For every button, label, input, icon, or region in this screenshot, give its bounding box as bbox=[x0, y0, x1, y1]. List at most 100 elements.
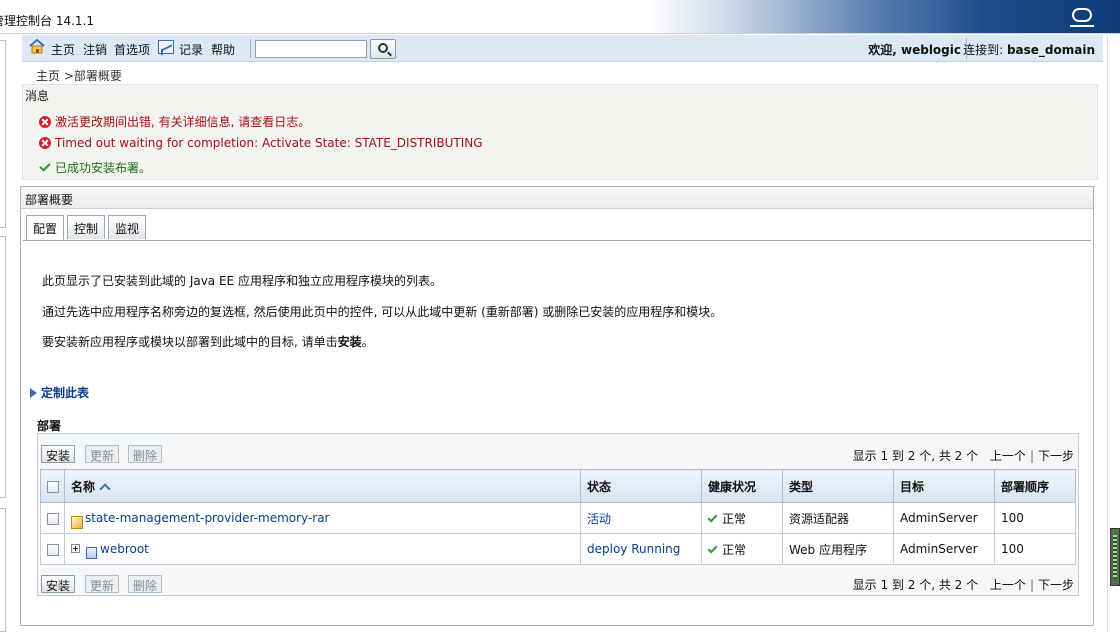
home-icon[interactable] bbox=[29, 39, 45, 54]
state-link[interactable]: deploy Running bbox=[587, 542, 680, 556]
deployment-summary-panel: 部署概要 配置 控制 监视 此页显示了已安装到此域的 Java EE 应用程序和… bbox=[20, 186, 1094, 626]
select-all-header bbox=[40, 469, 65, 503]
deployment-name-link[interactable]: state-management-provider-memory-rar bbox=[85, 511, 329, 525]
preferences-link[interactable]: 首选项 bbox=[114, 41, 150, 58]
state-cell: 活动 bbox=[580, 502, 702, 534]
error-message-text: 激活更改期间出错, 有关详细信息, 请查看日志。 bbox=[55, 115, 311, 129]
state-link[interactable]: 活动 bbox=[587, 512, 611, 526]
help-link[interactable]: 帮助 bbox=[211, 41, 235, 58]
delete-button-bottom[interactable]: 删除 bbox=[128, 575, 163, 593]
record-icon[interactable] bbox=[158, 40, 174, 54]
left-panel-stub-1 bbox=[0, 40, 6, 228]
order-column-header[interactable]: 部署顺序 bbox=[994, 469, 1076, 503]
connected-domain: 连接到: base_domain bbox=[963, 41, 1095, 58]
health-ok-icon bbox=[707, 543, 718, 553]
name-cell: webroot bbox=[64, 533, 581, 565]
paging-summary: 显示 1 到 2 个, 共 2 个 bbox=[852, 578, 979, 592]
deployments-table: 名称 状态 健康状况 类型 目标 部署顺序 state-management-p… bbox=[40, 469, 1076, 565]
app-title: 管理控制台 14.1.1 bbox=[0, 14, 94, 28]
name-column-header[interactable]: 名称 bbox=[64, 469, 581, 503]
name-cell: state-management-provider-memory-rar bbox=[64, 502, 581, 534]
oracle-logo-icon bbox=[1070, 8, 1094, 27]
frame-divider bbox=[1107, 35, 1108, 632]
row-checkbox[interactable] bbox=[46, 512, 59, 525]
health-value: 正常 bbox=[722, 542, 747, 557]
home-link[interactable]: 主页 bbox=[51, 41, 75, 58]
install-button[interactable]: 安装 bbox=[41, 445, 76, 463]
tab-monitoring[interactable]: 监视 bbox=[108, 215, 147, 239]
paging-prev-link[interactable]: 上一个 bbox=[990, 449, 1026, 463]
connected-label: 连接到: bbox=[963, 43, 1004, 57]
search-input[interactable] bbox=[255, 40, 367, 58]
global-toolbar: 主页 注销 首选项 记录 帮助 欢迎, weblogic 连接到: base_d… bbox=[22, 35, 1103, 62]
domain-name: base_domain bbox=[1006, 43, 1095, 57]
success-message-text: 已成功安装布署。 bbox=[55, 161, 152, 175]
deployment-name-link[interactable]: webroot bbox=[100, 542, 149, 556]
search-button[interactable] bbox=[370, 39, 396, 59]
error-message: 激活更改期间出错, 有关详细信息, 请查看日志。 bbox=[39, 113, 310, 130]
row-checkbox[interactable] bbox=[46, 543, 59, 556]
left-panel-stub-3 bbox=[0, 508, 6, 632]
record-link[interactable]: 记录 bbox=[179, 41, 203, 58]
breadcrumb[interactable]: 主页 >部署概要 bbox=[36, 67, 122, 84]
tab-underline bbox=[23, 240, 1091, 241]
paging-next-link[interactable]: 下一步 bbox=[1038, 449, 1074, 463]
description-paragraph-2: 通过先选中应用程序名称旁边的复选框, 然后使用此页中的控件, 可以从此域中更新 … bbox=[42, 305, 723, 319]
order-cell: 100 bbox=[994, 533, 1076, 565]
side-scroll-widget[interactable] bbox=[1110, 528, 1120, 586]
type-cell: 资源适配器 bbox=[782, 502, 894, 534]
update-button-bottom[interactable]: 更新 bbox=[85, 575, 120, 593]
sort-ascending-icon[interactable] bbox=[99, 482, 111, 495]
description-paragraph-1: 此页显示了已安装到此域的 Java EE 应用程序和独立应用程序模块的列表。 bbox=[42, 274, 442, 288]
row-select-cell bbox=[40, 502, 65, 534]
panel-header: 部署概要 bbox=[21, 187, 1093, 209]
type-column-header[interactable]: 类型 bbox=[782, 469, 894, 503]
delete-button[interactable]: 删除 bbox=[128, 445, 163, 463]
check-icon bbox=[39, 160, 51, 172]
select-all-checkbox[interactable] bbox=[46, 480, 59, 493]
table-row: webroot deploy Running 正常 Web 应用程序 Admin… bbox=[40, 533, 1076, 565]
update-button[interactable]: 更新 bbox=[85, 445, 120, 463]
type-cell: Web 应用程序 bbox=[782, 533, 894, 565]
state-cell: deploy Running bbox=[580, 533, 702, 565]
messages-heading: 消息 bbox=[25, 89, 50, 103]
table-row: state-management-provider-memory-rar 活动 … bbox=[40, 502, 1076, 534]
error-icon bbox=[39, 137, 51, 149]
panel-title: 部署概要 bbox=[25, 193, 74, 207]
error-message-text: Timed out waiting for completion: Activa… bbox=[55, 136, 483, 150]
paging-prev-link[interactable]: 上一个 bbox=[990, 578, 1026, 592]
expand-plus-icon[interactable] bbox=[71, 544, 80, 553]
targets-cell: AdminServer bbox=[893, 502, 995, 534]
paging-next-link[interactable]: 下一步 bbox=[1038, 578, 1074, 592]
left-panel-stub-2 bbox=[0, 236, 6, 498]
title-bar: 管理控制台 14.1.1 bbox=[0, 0, 1120, 34]
search-icon bbox=[378, 43, 388, 53]
health-cell: 正常 bbox=[701, 502, 783, 534]
health-column-header[interactable]: 健康状况 bbox=[701, 469, 783, 503]
paragraph-3-text: 要安装新应用程序或模块以部署到此域中的目标, 请单击 bbox=[42, 335, 338, 349]
logout-link[interactable]: 注销 bbox=[83, 41, 107, 58]
name-header-label: 名称 bbox=[71, 479, 96, 494]
messages-box: 消息 激活更改期间出错, 有关详细信息, 请查看日志。 Timed out wa… bbox=[22, 84, 1098, 180]
targets-column-header[interactable]: 目标 bbox=[893, 469, 995, 503]
paging-summary: 显示 1 到 2 个, 共 2 个 bbox=[852, 449, 979, 463]
row-select-cell bbox=[40, 533, 65, 565]
tab-configuration[interactable]: 配置 bbox=[26, 215, 65, 241]
paragraph-3-bold: 安装 bbox=[337, 335, 362, 349]
error-message: Timed out waiting for completion: Activa… bbox=[39, 136, 483, 150]
state-column-header[interactable]: 状态 bbox=[580, 469, 702, 503]
success-message: 已成功安装布署。 bbox=[39, 159, 151, 176]
deployments-section-title: 部署 bbox=[37, 419, 62, 433]
web-application-icon bbox=[86, 547, 97, 559]
expand-triangle-icon bbox=[30, 388, 37, 398]
tab-control[interactable]: 控制 bbox=[67, 215, 106, 239]
description-paragraph-3: 要安装新应用程序或模块以部署到此域中的目标, 请单击安装。 bbox=[42, 333, 374, 350]
health-ok-icon bbox=[707, 512, 718, 522]
toolbar-separator bbox=[250, 39, 251, 58]
customize-table-link[interactable]: 定制此表 bbox=[30, 384, 89, 401]
install-button-bottom[interactable]: 安装 bbox=[41, 575, 76, 593]
paging-top: 显示 1 到 2 个, 共 2 个 上一个 | 下一步 bbox=[852, 449, 1074, 463]
error-icon bbox=[39, 116, 51, 128]
welcome-user: 欢迎, weblogic bbox=[868, 43, 961, 57]
health-value: 正常 bbox=[722, 511, 747, 526]
